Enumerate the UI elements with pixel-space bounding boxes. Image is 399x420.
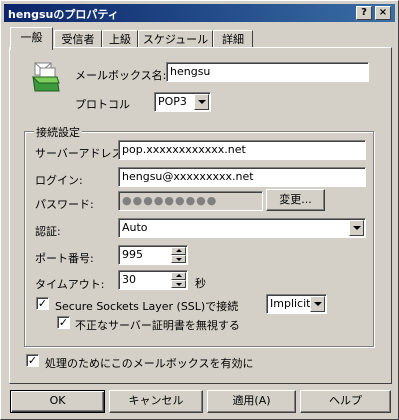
title-bar[interactable]: hengsuのプロパティ ? × [4,4,395,22]
protocol-value: POP3 [158,95,187,108]
window-title: hengsuのプロパティ [8,8,119,21]
password-label: パスワード: [35,198,94,211]
ssl-mode-dropdown-icon[interactable] [310,296,325,312]
port-value: 995 [122,248,143,261]
close-icon[interactable]: × [375,6,391,20]
port-decrement-icon[interactable] [171,255,186,263]
help-icon[interactable]: ? [356,6,372,20]
timeout-label: タイムアウト: [35,278,105,291]
protocol-dropdown-icon[interactable] [194,94,209,110]
ssl-mode-select[interactable]: Implicit [266,294,327,314]
timeout-decrement-icon[interactable] [171,280,186,288]
port-stepper[interactable]: 995 [118,245,188,265]
cancel-button[interactable]: キャンセル [109,390,203,413]
enable-mailbox-label: 処理のためにこのメールボックスを有効に [45,357,254,370]
server-address-label: サーバーアドレス: [35,147,127,160]
change-password-button[interactable]: 変更... [266,189,325,211]
protocol-label: プロトコル [75,98,130,111]
properties-dialog: hengsuのプロパティ ? × 一般 受信者 上級 スケジュール 詳細 メール… [0,0,399,420]
authentication-dropdown-icon[interactable] [349,220,364,236]
apply-button[interactable]: 適用(A) [207,390,296,413]
password-field: ●●●●●●●●● [118,191,263,211]
mailbox-name-input[interactable]: hengsu [166,62,369,82]
ignore-cert-label: 不正なサーバー証明書を無視する [75,319,240,332]
authentication-value: Auto [122,221,148,234]
tab-general[interactable]: 一般 [10,27,53,50]
mailbox-icon [31,62,60,92]
connection-settings-group [24,131,374,347]
server-address-input[interactable]: pop.xxxxxxxxxxxx.net [118,140,366,160]
ssl-checkbox[interactable]: ✓ [36,297,49,310]
ssl-label: Secure Sockets Layer (SSL)で接続 [55,300,239,313]
ok-button[interactable]: OK [10,390,105,413]
login-label: ログイン: [35,174,83,187]
enable-mailbox-checkbox[interactable]: ✓ [26,354,39,367]
protocol-select[interactable]: POP3 [154,92,211,112]
ignore-cert-checkbox[interactable]: ✓ [57,316,70,329]
authentication-select[interactable]: Auto [118,218,366,238]
authentication-label: 認証: [35,225,61,238]
help-button[interactable]: ヘルプ [300,390,391,413]
timeout-unit: 秒 [195,277,206,290]
port-increment-icon[interactable] [171,247,186,255]
mailbox-name-label: メールボックス名: [75,69,167,82]
port-label: ポート番号: [35,252,94,265]
timeout-increment-icon[interactable] [171,272,186,280]
login-input[interactable]: hengsu@xxxxxxxxx.net [118,167,366,187]
timeout-stepper[interactable]: 30 [118,270,188,290]
connection-settings-label: 接続設定 [34,124,82,140]
timeout-value: 30 [122,273,136,286]
ssl-mode-value: Implicit [270,297,311,310]
